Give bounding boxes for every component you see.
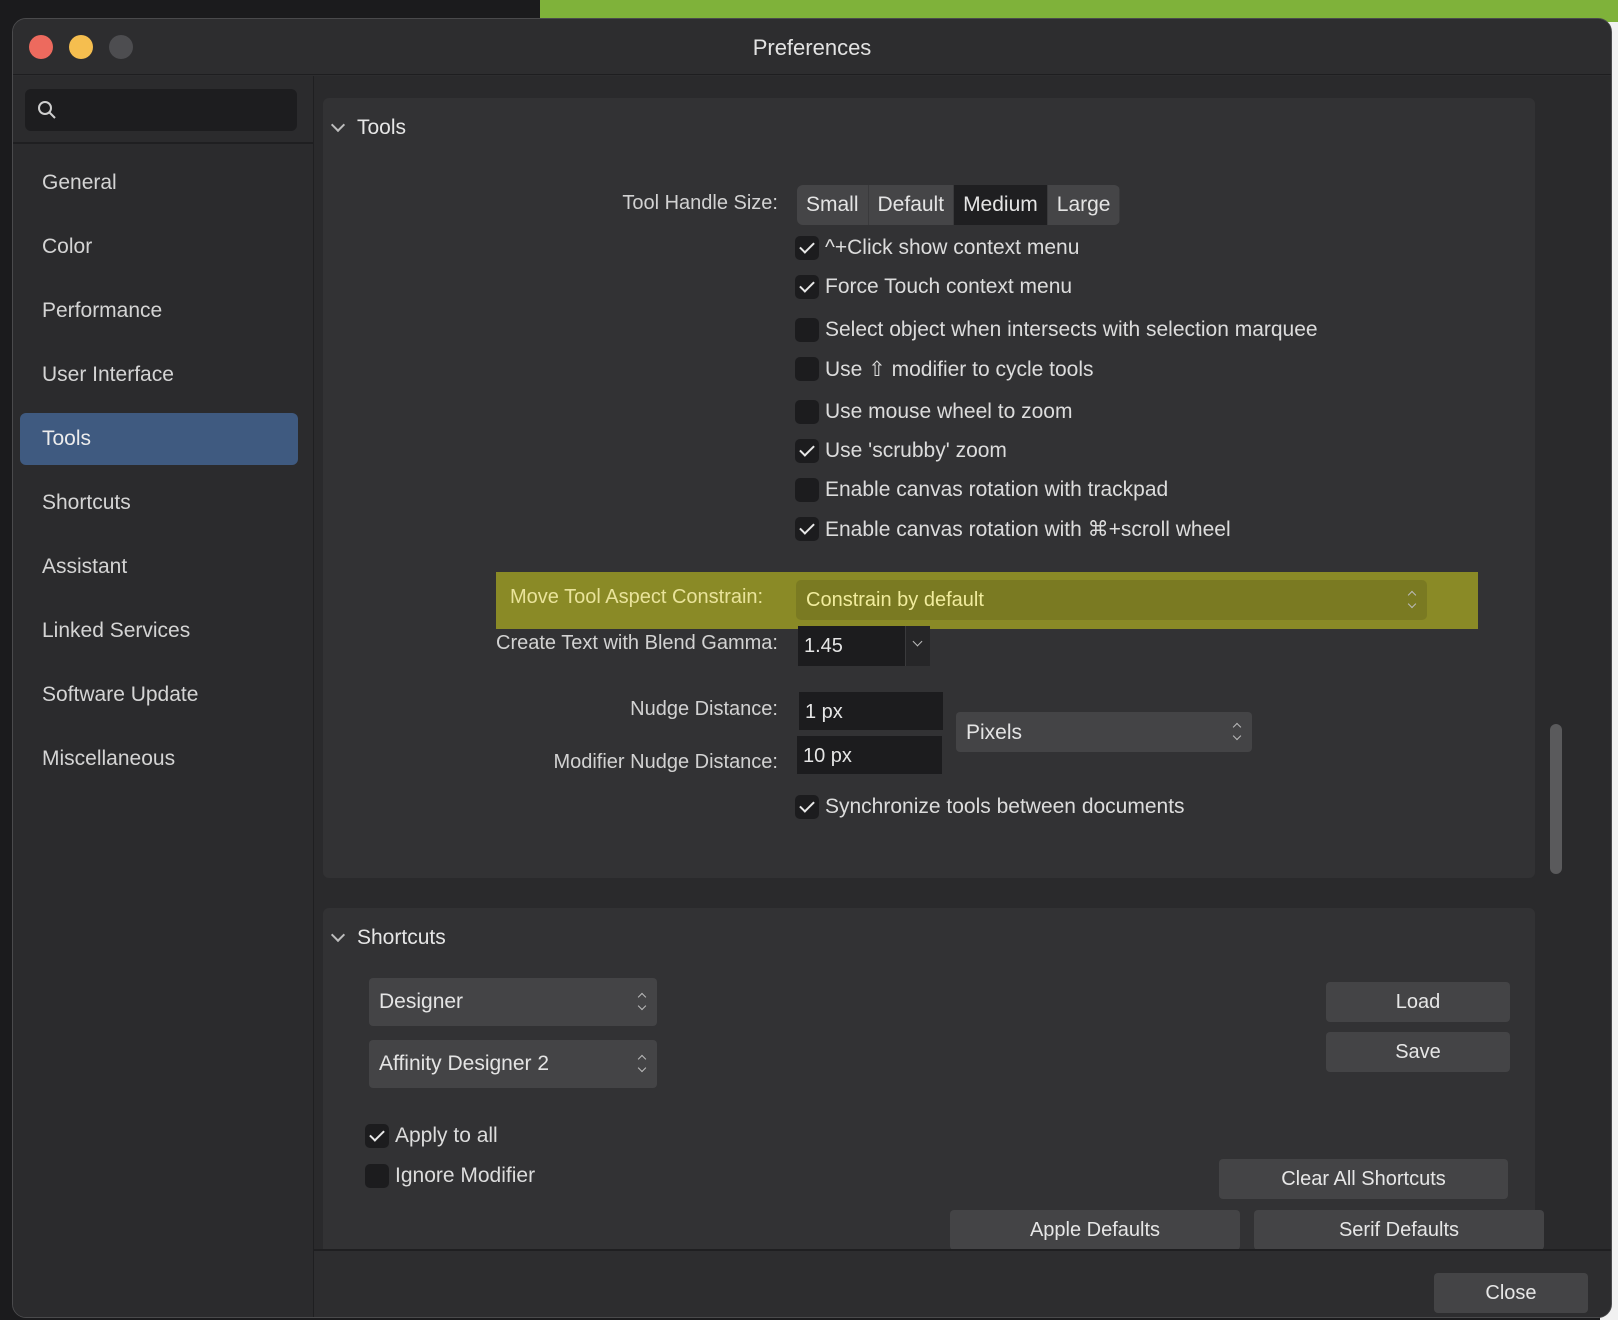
apple-defaults-button[interactable]: Apple Defaults xyxy=(950,1210,1240,1249)
tool-handle-size-label: Tool Handle Size: xyxy=(622,192,778,214)
aspect-constrain-value: Constrain by default xyxy=(806,589,984,611)
titlebar: Preferences xyxy=(13,19,1611,75)
shortcut-app-select[interactable]: Designer xyxy=(369,978,657,1026)
checkbox[interactable] xyxy=(795,478,819,502)
aspect-constrain-label: Move Tool Aspect Constrain: xyxy=(510,586,764,608)
aspect-constrain-select[interactable]: Constrain by default xyxy=(796,580,1427,620)
checkbox[interactable] xyxy=(365,1164,389,1188)
checkbox[interactable] xyxy=(795,236,819,260)
shortcuts-panel: Shortcuts Designer Affinity Designer 2 L… xyxy=(323,908,1544,1249)
checkbox[interactable] xyxy=(795,318,819,342)
handle-size-large[interactable]: Large xyxy=(1048,185,1121,225)
up-down-arrows-icon xyxy=(1407,590,1417,610)
modifier-nudge-distance-field[interactable]: 10 px xyxy=(797,736,942,774)
search-icon xyxy=(37,100,57,125)
checkbox[interactable] xyxy=(795,517,819,541)
sidebar-item-color[interactable]: Color xyxy=(20,221,298,273)
shortcut-app-value: Designer xyxy=(379,990,464,1013)
load-button[interactable]: Load xyxy=(1326,982,1510,1022)
sidebar-item-user-interface[interactable]: User Interface xyxy=(20,349,298,401)
handle-size-medium[interactable]: Medium xyxy=(954,185,1048,225)
sidebar-divider xyxy=(13,142,314,144)
chevron-down-icon xyxy=(330,927,346,943)
handle-size-default[interactable]: Default xyxy=(869,185,955,225)
save-button[interactable]: Save xyxy=(1326,1032,1510,1072)
shortcut-set-value: Affinity Designer 2 xyxy=(379,1052,550,1075)
chevron-down-icon xyxy=(330,117,346,133)
sidebar-item-assistant[interactable]: Assistant xyxy=(20,541,298,593)
search-input[interactable] xyxy=(65,89,291,131)
vertical-scrollbar[interactable] xyxy=(1550,724,1562,874)
shortcuts-section-title: Shortcuts xyxy=(357,926,446,949)
sidebar-item-performance[interactable]: Performance xyxy=(20,285,298,337)
handle-size-small[interactable]: Small xyxy=(797,185,869,225)
units-value: Pixels xyxy=(966,721,1023,744)
tools-section-title: Tools xyxy=(357,116,407,139)
clear-all-shortcuts-button[interactable]: Clear All Shortcuts xyxy=(1219,1159,1508,1199)
sidebar-item-tools[interactable]: Tools xyxy=(20,413,298,465)
close-button[interactable]: Close xyxy=(1434,1273,1588,1313)
tools-section-toggle[interactable]: Tools xyxy=(330,116,407,140)
footer-bar: Close xyxy=(314,1249,1611,1317)
sidebar-item-shortcuts[interactable]: Shortcuts xyxy=(20,477,298,529)
nudge-distance-label: Nudge Distance: xyxy=(630,698,778,720)
checkbox[interactable] xyxy=(795,795,819,819)
window-title: Preferences xyxy=(752,35,872,60)
up-down-arrows-icon xyxy=(1232,722,1242,742)
tools-panel: Tools Tool Handle Size: Small Default Me… xyxy=(323,98,1535,878)
checkbox[interactable] xyxy=(795,400,819,424)
preferences-window: Preferences General Color Performance Us… xyxy=(12,18,1612,1318)
up-down-arrows-icon xyxy=(637,992,647,1012)
sidebar-item-general[interactable]: General xyxy=(20,157,298,209)
shortcut-set-select[interactable]: Affinity Designer 2 xyxy=(369,1040,657,1088)
serif-defaults-button[interactable]: Serif Defaults xyxy=(1254,1210,1544,1249)
blend-gamma-label: Create Text with Blend Gamma: xyxy=(496,632,778,654)
sidebar-item-miscellaneous[interactable]: Miscellaneous xyxy=(20,733,298,785)
units-select[interactable]: Pixels xyxy=(956,712,1252,752)
tool-handle-size-segmented: Small Default Medium Large xyxy=(797,185,1121,225)
blend-gamma-dropdown-arrow[interactable] xyxy=(905,626,930,666)
sidebar-nav: General Color Performance User Interface… xyxy=(20,157,298,797)
modifier-nudge-distance-label: Modifier Nudge Distance: xyxy=(553,751,778,773)
blend-gamma-field[interactable]: 1.45 xyxy=(798,626,905,666)
checkbox[interactable] xyxy=(365,1124,389,1148)
search-box[interactable] xyxy=(25,89,297,131)
preferences-content: Tools Tool Handle Size: Small Default Me… xyxy=(314,76,1611,1249)
checkbox[interactable] xyxy=(795,357,819,381)
sidebar-item-linked-services[interactable]: Linked Services xyxy=(20,605,298,657)
aspect-constrain-row-highlight: Move Tool Aspect Constrain: Constrain by… xyxy=(496,572,1478,629)
checkbox[interactable] xyxy=(795,275,819,299)
checkbox[interactable] xyxy=(795,439,819,463)
nudge-distance-field[interactable]: 1 px xyxy=(799,692,943,730)
sidebar: General Color Performance User Interface… xyxy=(13,76,314,1317)
up-down-arrows-icon xyxy=(637,1054,647,1074)
sidebar-item-software-update[interactable]: Software Update xyxy=(20,669,298,721)
shortcuts-section-toggle[interactable]: Shortcuts xyxy=(330,926,446,950)
